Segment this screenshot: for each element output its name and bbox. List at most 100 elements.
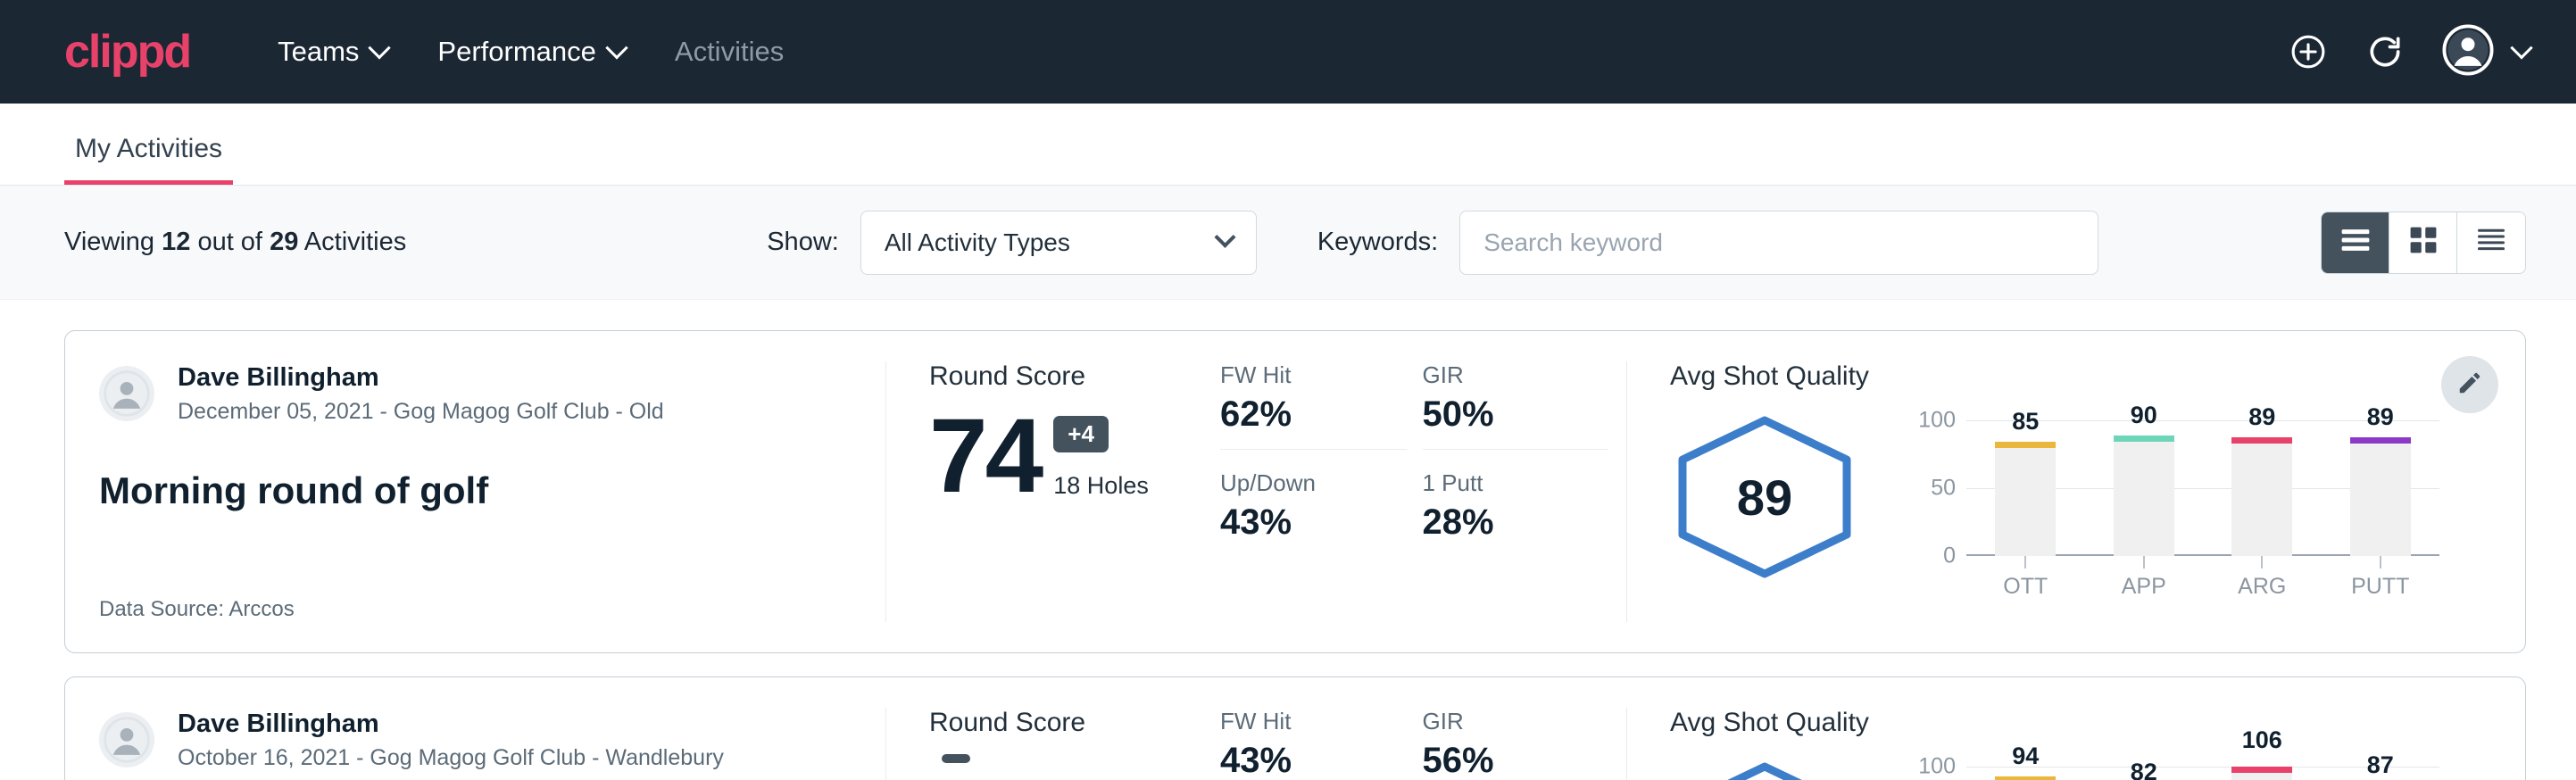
viewing-suffix: Activities bbox=[304, 228, 406, 256]
tab-my-activities-label: My Activities bbox=[75, 134, 222, 163]
account-avatar-icon bbox=[2442, 24, 2494, 80]
chart-plot-area: 94 82 bbox=[1966, 767, 2439, 780]
stat-label: Up/Down bbox=[1220, 469, 1407, 497]
filter-toolbar: Viewing 12 out of 29 Activities Show: Al… bbox=[0, 186, 2576, 300]
activity-title: Morning round of golf bbox=[99, 469, 843, 512]
activity-stats: FW Hit 43% GIR 56% bbox=[1208, 708, 1627, 780]
nav-item-teams-label: Teams bbox=[278, 36, 359, 68]
bar-group-ott: 94 bbox=[1966, 767, 2085, 780]
bar bbox=[1995, 776, 2056, 780]
y-tick-0: 0 bbox=[1943, 544, 1956, 569]
bar-value: 87 bbox=[2367, 751, 2394, 779]
stat-value: 56% bbox=[1423, 741, 1609, 780]
activity-meta: October 16, 2021 - Gog Magog Golf Club -… bbox=[178, 743, 724, 773]
round-score-label: Round Score bbox=[929, 708, 1208, 738]
bar bbox=[2231, 437, 2292, 556]
plus-circle-icon[interactable] bbox=[2289, 32, 2328, 71]
chart-plot-area: 85 90 bbox=[1966, 420, 2439, 556]
nav-item-teams[interactable]: Teams bbox=[278, 36, 387, 68]
activity-meta: December 05, 2021 - Gog Magog Golf Club … bbox=[178, 397, 664, 427]
x-label-arg: ARG bbox=[2203, 574, 2322, 600]
view-mode-compact-button[interactable] bbox=[2457, 212, 2525, 273]
bar-group-arg: 89 bbox=[2203, 420, 2322, 556]
viewing-total: 29 bbox=[270, 228, 298, 256]
tab-my-activities[interactable]: My Activities bbox=[64, 134, 233, 185]
compact-list-view-icon bbox=[2476, 227, 2506, 258]
bar-group-app: 82 bbox=[2085, 767, 2204, 780]
view-mode-grid-button[interactable] bbox=[2389, 212, 2457, 273]
stat-value: 43% bbox=[1220, 502, 1407, 543]
round-score-value: 74 bbox=[929, 408, 1041, 505]
keywords-group: Keywords: bbox=[1317, 211, 2098, 275]
activity-person: Dave Billingham December 05, 2021 - Gog … bbox=[99, 361, 843, 427]
chevron-down-icon bbox=[2510, 37, 2532, 59]
x-tick bbox=[2380, 556, 2381, 568]
bar-cap bbox=[1995, 776, 2056, 780]
pencil-icon bbox=[2456, 369, 2483, 401]
chevron-down-icon bbox=[605, 37, 627, 59]
bar-value: 89 bbox=[2248, 403, 2275, 431]
navbar-actions bbox=[2289, 24, 2530, 80]
nav-item-activities[interactable]: Activities bbox=[675, 36, 784, 68]
nav-item-performance-label: Performance bbox=[437, 36, 595, 68]
chevron-down-icon bbox=[1214, 227, 1235, 248]
view-mode-list-button[interactable] bbox=[2322, 212, 2389, 273]
keywords-label: Keywords: bbox=[1317, 228, 1438, 257]
grid-view-icon bbox=[2409, 226, 2438, 259]
bar bbox=[1995, 442, 2056, 556]
stat-one-putt: 1 Putt 28% bbox=[1423, 469, 1609, 557]
activity-info: Dave Billingham October 16, 2021 - Gog M… bbox=[65, 708, 886, 780]
avg-shot-quality-section: Avg Shot Quality 100 50 0 bbox=[1627, 708, 2525, 780]
bar-cap bbox=[2114, 436, 2174, 442]
person-name: Dave Billingham bbox=[178, 708, 724, 740]
stat-label: FW Hit bbox=[1220, 708, 1407, 735]
main-navigation: Teams Performance Activities bbox=[278, 36, 784, 68]
activity-info: Dave Billingham December 05, 2021 - Gog … bbox=[65, 361, 886, 622]
activity-person: Dave Billingham October 16, 2021 - Gog M… bbox=[99, 708, 843, 773]
bar-value: 82 bbox=[2131, 759, 2157, 780]
bar-group-putt: 89 bbox=[2322, 420, 2440, 556]
stat-value: 28% bbox=[1423, 502, 1609, 543]
brand-logo[interactable]: clippd bbox=[64, 29, 190, 75]
score-differential-badge: +4 bbox=[1053, 416, 1109, 452]
avg-shot-quality-section: Avg Shot Quality 89 100 50 0 bbox=[1627, 361, 2525, 622]
chevron-down-icon bbox=[369, 37, 391, 59]
activity-type-select-value: All Activity Types bbox=[885, 228, 1070, 257]
bar-value: 94 bbox=[2012, 743, 2039, 770]
stat-up-down: Up/Down 43% bbox=[1220, 469, 1407, 557]
bar-cap bbox=[2350, 437, 2411, 444]
activity-type-select[interactable]: All Activity Types bbox=[860, 211, 1257, 275]
avg-shot-quality-label: Avg Shot Quality bbox=[1670, 361, 2439, 392]
stat-value: 50% bbox=[1423, 394, 1609, 435]
round-score-label: Round Score bbox=[929, 361, 1208, 392]
stat-label: GIR bbox=[1423, 361, 1609, 389]
activity-card[interactable]: Dave Billingham October 16, 2021 - Gog M… bbox=[64, 676, 2526, 780]
refresh-icon[interactable] bbox=[2365, 32, 2405, 71]
activity-card[interactable]: Dave Billingham December 05, 2021 - Gog … bbox=[64, 330, 2526, 653]
score-differential-badge bbox=[942, 754, 970, 763]
viewing-prefix: Viewing bbox=[64, 228, 154, 256]
stat-fw-hit: FW Hit 62% bbox=[1220, 361, 1407, 450]
bar-value: 85 bbox=[2012, 408, 2039, 436]
chart-y-axis: 100 50 0 bbox=[1906, 767, 1956, 780]
stat-value: 62% bbox=[1220, 394, 1407, 435]
bar bbox=[2350, 437, 2411, 556]
viewing-count: 12 bbox=[162, 228, 190, 256]
x-tick bbox=[2261, 556, 2263, 568]
avatar bbox=[99, 366, 154, 421]
show-label: Show: bbox=[767, 228, 839, 257]
bar-cap bbox=[1995, 442, 2056, 448]
edit-activity-button[interactable] bbox=[2441, 356, 2498, 413]
y-tick-100: 100 bbox=[1918, 754, 1956, 780]
search-input[interactable] bbox=[1459, 211, 2098, 275]
stat-label: FW Hit bbox=[1220, 361, 1407, 389]
bar-cap bbox=[2231, 437, 2292, 444]
round-score-section: Round Score bbox=[886, 708, 1208, 780]
account-menu[interactable] bbox=[2442, 24, 2530, 80]
top-navbar: clippd Teams Performance Activities bbox=[0, 0, 2576, 104]
x-tick bbox=[2143, 556, 2145, 568]
avatar bbox=[99, 712, 154, 768]
nav-item-performance[interactable]: Performance bbox=[437, 36, 624, 68]
bar-cap bbox=[2231, 767, 2292, 773]
bar-value: 106 bbox=[2242, 726, 2282, 754]
